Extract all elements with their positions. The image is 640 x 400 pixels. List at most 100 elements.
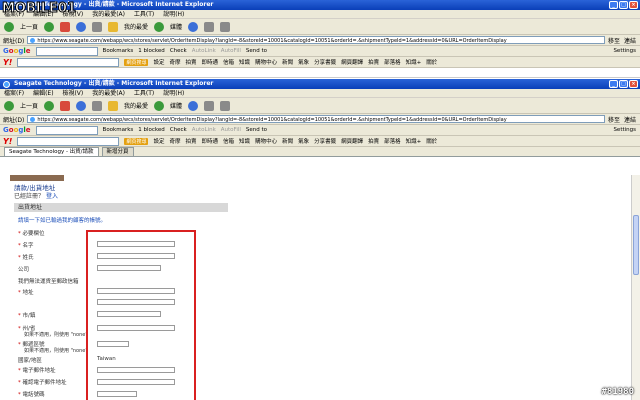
back-arrow-icon[interactable] [4, 100, 14, 111]
menu-help[interactable]: 說明(H) [163, 11, 184, 18]
maximize-button[interactable]: □ [619, 1, 628, 9]
favorites-star-icon[interactable] [108, 100, 119, 111]
menu-help[interactable]: 說明(H) [163, 90, 184, 97]
close-button[interactable]: × [629, 1, 638, 9]
media-button[interactable]: 媒體 [170, 101, 182, 110]
minimize-button[interactable]: _ [609, 80, 618, 88]
menu-favorites[interactable]: 我的最愛(A) [92, 90, 125, 97]
yahoo-search-input[interactable] [17, 57, 120, 67]
back-button[interactable]: 上一頁 [20, 22, 38, 31]
close-button[interactable]: × [629, 80, 638, 88]
yahoo-item[interactable]: 部落格 [384, 58, 401, 66]
print-icon[interactable] [220, 21, 231, 32]
yahoo-item[interactable]: 信箱 [223, 137, 234, 145]
yahoo-item[interactable]: 關於 [426, 58, 437, 66]
yahoo-item[interactable]: 設定 [153, 137, 164, 145]
spell-check[interactable]: Check [170, 48, 187, 54]
yahoo-item[interactable]: 拍賣 [186, 137, 197, 145]
autofill[interactable]: AutoFill [221, 48, 241, 54]
google-bookmarks[interactable]: Bookmarks [103, 48, 134, 54]
yahoo-item[interactable]: 即時通 [202, 58, 219, 66]
yahoo-item[interactable]: 知識 [239, 58, 250, 66]
refresh-icon[interactable] [76, 100, 87, 111]
yahoo-search-button[interactable]: 網頁搜尋 [124, 58, 149, 66]
autolink[interactable]: AutoLink [192, 127, 216, 133]
back-button[interactable]: 上一頁 [20, 101, 38, 110]
yahoo-item[interactable]: 氣象 [298, 58, 309, 66]
yahoo-item[interactable]: 網頁翻譯 [341, 137, 363, 145]
forward-arrow-icon[interactable] [44, 100, 55, 111]
yahoo-item[interactable]: 知識+ [406, 137, 422, 145]
yahoo-item[interactable]: 拍賣 [368, 58, 379, 66]
mail-icon[interactable] [204, 100, 215, 111]
autolink[interactable]: AutoLink [192, 48, 216, 54]
yahoo-item[interactable]: 部落格 [384, 137, 401, 145]
menu-edit[interactable]: 編輯(E) [33, 90, 53, 97]
google-bookmarks[interactable]: Bookmarks [103, 127, 134, 133]
tab-seagate[interactable]: Seagate Technology - 出貨/請款 [4, 147, 99, 156]
menu-view[interactable]: 檢視(V) [62, 90, 83, 97]
tab-new[interactable]: 新增分頁 [101, 147, 134, 156]
minimize-button[interactable]: _ [609, 1, 618, 9]
scrollbar-thumb[interactable] [633, 215, 639, 275]
yahoo-item[interactable]: 網頁翻譯 [341, 58, 363, 66]
yahoo-search-input[interactable] [17, 136, 120, 146]
menu-tools[interactable]: 工具(T) [134, 90, 154, 97]
go-button[interactable]: 移至 [608, 36, 620, 45]
login-link[interactable]: 登入 [46, 193, 58, 200]
menu-tools[interactable]: 工具(T) [134, 11, 154, 18]
yahoo-item[interactable]: 拍賣 [368, 137, 379, 145]
stop-icon[interactable] [60, 100, 71, 111]
links-button[interactable]: 連結 [624, 36, 636, 45]
google-search-input[interactable] [35, 46, 98, 56]
yahoo-item[interactable]: 知識+ [406, 58, 422, 66]
send-to[interactable]: Send to [246, 127, 267, 133]
yahoo-item[interactable]: 奇摩 [169, 58, 180, 66]
forward-arrow-icon[interactable] [44, 21, 55, 32]
yahoo-item[interactable]: 信箱 [223, 58, 234, 66]
mail-icon[interactable] [204, 21, 215, 32]
refresh-icon[interactable] [76, 21, 87, 32]
links-button[interactable]: 連結 [624, 115, 636, 124]
yahoo-item[interactable]: 即時通 [202, 137, 219, 145]
send-to[interactable]: Send to [246, 48, 267, 54]
yahoo-item[interactable]: 關於 [426, 137, 437, 145]
favorites-button[interactable]: 我的最愛 [124, 101, 148, 110]
favorites-button[interactable]: 我的最愛 [124, 22, 148, 31]
home-icon[interactable] [92, 100, 103, 111]
google-search-input[interactable] [35, 125, 98, 135]
google-settings[interactable]: Settings [613, 127, 636, 133]
yahoo-item[interactable]: 奇摩 [169, 137, 180, 145]
back-arrow-icon[interactable] [4, 21, 14, 32]
google-settings[interactable]: Settings [613, 48, 636, 54]
media-button[interactable]: 媒體 [170, 22, 182, 31]
address-input[interactable]: https://www.seagate.com/webapp/wcs/store… [27, 36, 605, 44]
menu-favorites[interactable]: 我的最愛(A) [92, 11, 125, 18]
yahoo-item[interactable]: 分享書籤 [314, 137, 336, 145]
yahoo-item[interactable]: 設定 [153, 58, 164, 66]
yahoo-search-button[interactable]: 網頁搜尋 [124, 137, 149, 145]
yahoo-item[interactable]: 新聞 [282, 137, 293, 145]
yahoo-item[interactable]: 購物中心 [255, 137, 277, 145]
address-input[interactable]: https://www.seagate.com/webapp/wcs/store… [27, 115, 605, 123]
popup-blocked[interactable]: 1 blocked [138, 48, 165, 54]
print-icon[interactable] [220, 100, 231, 111]
yahoo-item[interactable]: 知識 [239, 137, 250, 145]
popup-blocked[interactable]: 1 blocked [138, 127, 165, 133]
yahoo-item[interactable]: 拍賣 [186, 58, 197, 66]
media-icon[interactable] [154, 21, 165, 32]
maximize-button[interactable]: □ [619, 80, 628, 88]
home-icon[interactable] [92, 21, 103, 32]
media-icon[interactable] [154, 100, 165, 111]
history-icon[interactable] [188, 100, 199, 111]
stop-icon[interactable] [60, 21, 71, 32]
yahoo-item[interactable]: 氣象 [298, 137, 309, 145]
go-button[interactable]: 移至 [608, 115, 620, 124]
vertical-scrollbar[interactable] [631, 175, 640, 400]
menu-file[interactable]: 檔案(F) [4, 90, 24, 97]
spell-check[interactable]: Check [170, 127, 187, 133]
history-icon[interactable] [188, 21, 199, 32]
autofill[interactable]: AutoFill [221, 127, 241, 133]
yahoo-item[interactable]: 購物中心 [255, 58, 277, 66]
yahoo-item[interactable]: 新聞 [282, 58, 293, 66]
